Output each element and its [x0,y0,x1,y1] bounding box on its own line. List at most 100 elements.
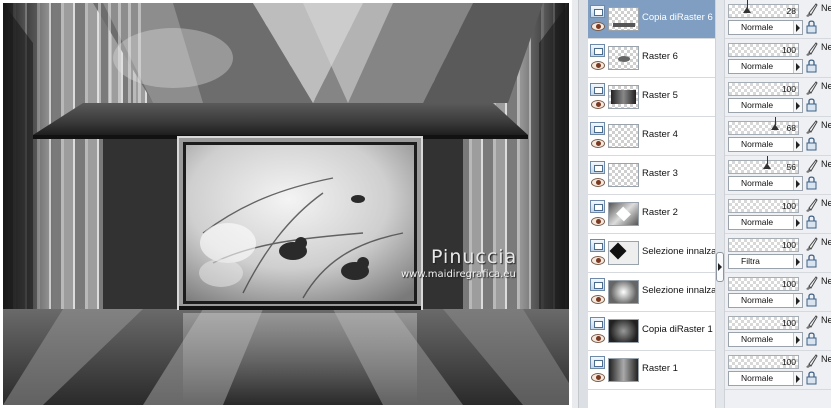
layer-group-icon[interactable] [590,317,605,330]
layer-row[interactable]: Raster 5 [588,78,715,117]
layer-group-icon[interactable] [590,200,605,213]
blend-mode-select[interactable]: Normale [728,332,803,347]
blend-mode-select[interactable]: Normale [728,176,803,191]
edit-brush-icon[interactable] [804,314,818,330]
lock-icon[interactable] [805,19,819,34]
lock-icon[interactable] [805,331,819,346]
opacity-slider-marker[interactable] [771,124,779,130]
dropdown-arrow-icon[interactable] [793,21,802,34]
edit-brush-icon[interactable] [804,158,818,174]
edit-brush-icon[interactable] [804,236,818,252]
lock-icon[interactable] [805,253,819,268]
layer-properties-row: 56 Normale Ne [725,156,831,195]
blend-mode-select[interactable]: Normale [728,137,803,152]
visibility-eye-icon[interactable] [591,178,605,187]
blend-mode-value: Normale [741,295,774,305]
edit-brush-icon[interactable] [804,2,818,18]
layer-row[interactable]: Selezione innalzat [588,234,715,273]
layer-thumbnail [608,202,639,226]
layer-row[interactable]: Copia diRaster 1 [588,312,715,351]
layer-properties-row: 100 Normale Ne [725,78,831,117]
layer-row[interactable]: Raster 1 [588,351,715,390]
edit-brush-icon[interactable] [804,119,818,135]
edit-brush-icon[interactable] [804,353,818,369]
visibility-eye-icon[interactable] [591,334,605,343]
visibility-eye-icon[interactable] [591,100,605,109]
opacity-slider[interactable]: 28 [728,4,799,18]
opacity-slider[interactable]: 100 [728,199,799,213]
truncated-label: Ne [821,276,831,286]
blend-mode-select[interactable]: Normale [728,215,803,230]
dropdown-arrow-icon[interactable] [793,216,802,229]
layer-group-icon[interactable] [590,44,605,57]
image-canvas[interactable]: Pinuccia www.maidiregrafica.eu [3,3,569,405]
layer-group-icon[interactable] [590,278,605,291]
visibility-eye-icon[interactable] [591,61,605,70]
blend-mode-select[interactable]: Normale [728,20,803,35]
layer-properties-row: 100 Normale Ne [725,273,831,312]
visibility-eye-icon[interactable] [591,295,605,304]
dropdown-arrow-icon[interactable] [793,60,802,73]
layer-row[interactable]: Copia diRaster 6 [588,0,715,39]
layer-group-icon[interactable] [590,161,605,174]
lock-icon[interactable] [805,175,819,190]
layer-row[interactable]: Raster 2 [588,195,715,234]
layer-row[interactable]: Raster 4 [588,117,715,156]
opacity-slider[interactable]: 68 [728,121,799,135]
layer-name: Raster 1 [642,363,678,374]
panel-splitter[interactable] [715,0,725,408]
canvas-scrollbar[interactable] [578,0,588,408]
edit-brush-icon[interactable] [804,80,818,96]
layer-group-icon[interactable] [590,5,605,18]
expand-panel-button[interactable] [716,252,724,282]
opacity-slider[interactable]: 100 [728,316,799,330]
lock-icon[interactable] [805,370,819,385]
edit-brush-icon[interactable] [804,197,818,213]
blend-mode-select[interactable]: Filtra [728,254,803,269]
opacity-slider-marker[interactable] [743,7,751,13]
dropdown-arrow-icon[interactable] [793,255,802,268]
blend-mode-value: Normale [741,373,774,383]
layer-group-icon[interactable] [590,239,605,252]
opacity-slider[interactable]: 100 [728,355,799,369]
layer-name: Copia diRaster 1 [642,324,713,335]
opacity-slider[interactable]: 100 [728,82,799,96]
opacity-slider[interactable]: 100 [728,238,799,252]
dropdown-arrow-icon[interactable] [793,372,802,385]
layer-group-icon[interactable] [590,122,605,135]
edit-brush-icon[interactable] [804,41,818,57]
dropdown-arrow-icon[interactable] [793,99,802,112]
lock-icon[interactable] [805,136,819,151]
edit-brush-icon[interactable] [804,275,818,291]
blend-mode-select[interactable]: Normale [728,98,803,113]
lock-icon[interactable] [805,214,819,229]
layer-name: Raster 5 [642,90,678,101]
blend-mode-value: Normale [741,139,774,149]
opacity-slider[interactable]: 100 [728,43,799,57]
opacity-slider[interactable]: 100 [728,277,799,291]
layer-thumbnail [608,280,639,304]
visibility-eye-icon[interactable] [591,373,605,382]
layer-row[interactable]: Selezione innalzat [588,273,715,312]
layer-group-icon[interactable] [590,83,605,96]
dropdown-arrow-icon[interactable] [793,138,802,151]
visibility-eye-icon[interactable] [591,139,605,148]
blend-mode-select[interactable]: Normale [728,371,803,386]
lock-icon[interactable] [805,97,819,112]
visibility-eye-icon[interactable] [591,22,605,31]
dropdown-arrow-icon[interactable] [793,294,802,307]
opacity-slider-marker[interactable] [763,163,771,169]
layer-thumbnail [608,7,639,31]
dropdown-arrow-icon[interactable] [793,177,802,190]
visibility-eye-icon[interactable] [591,256,605,265]
blend-mode-select[interactable]: Normale [728,293,803,308]
dropdown-arrow-icon[interactable] [793,333,802,346]
visibility-eye-icon[interactable] [591,217,605,226]
layer-row[interactable]: Raster 6 [588,39,715,78]
layer-row[interactable]: Raster 3 [588,156,715,195]
layer-group-icon[interactable] [590,356,605,369]
lock-icon[interactable] [805,292,819,307]
opacity-value: 28 [786,6,796,16]
blend-mode-select[interactable]: Normale [728,59,803,74]
lock-icon[interactable] [805,58,819,73]
